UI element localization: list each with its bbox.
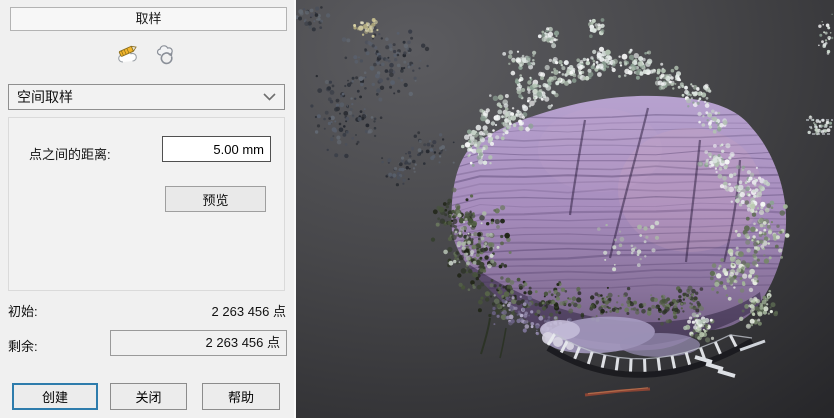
dialog-title: 取样	[10, 7, 287, 31]
initial-value: 2 263 456 点	[110, 301, 286, 320]
point-cloud-scene	[296, 0, 834, 418]
chevron-down-icon	[263, 93, 276, 101]
sampling-method-value: 空间取样	[17, 87, 73, 107]
help-button[interactable]: 帮助	[202, 383, 280, 410]
dialog-toolbar	[0, 40, 294, 70]
sampling-brush-icon[interactable]	[115, 41, 143, 69]
remaining-field: 2 263 456 点	[110, 330, 287, 356]
point-cloud-viewport[interactable]	[296, 0, 834, 418]
parameters-group: 点之间的距离: 预览	[8, 117, 285, 291]
distance-input[interactable]	[162, 136, 271, 162]
remaining-label: 剩余:	[8, 336, 38, 355]
refresh-cloud-icon[interactable]	[152, 41, 180, 69]
create-button[interactable]: 创建	[12, 383, 98, 410]
preview-button[interactable]: 预览	[165, 186, 266, 212]
sampling-method-dropdown[interactable]: 空间取样	[8, 84, 285, 110]
initial-label: 初始:	[8, 301, 38, 320]
sampling-dialog-panel: 取样 空间取样 点之间的距离:	[0, 0, 296, 418]
distance-label: 点之间的距离:	[29, 144, 111, 163]
close-button[interactable]: 关闭	[110, 383, 187, 410]
